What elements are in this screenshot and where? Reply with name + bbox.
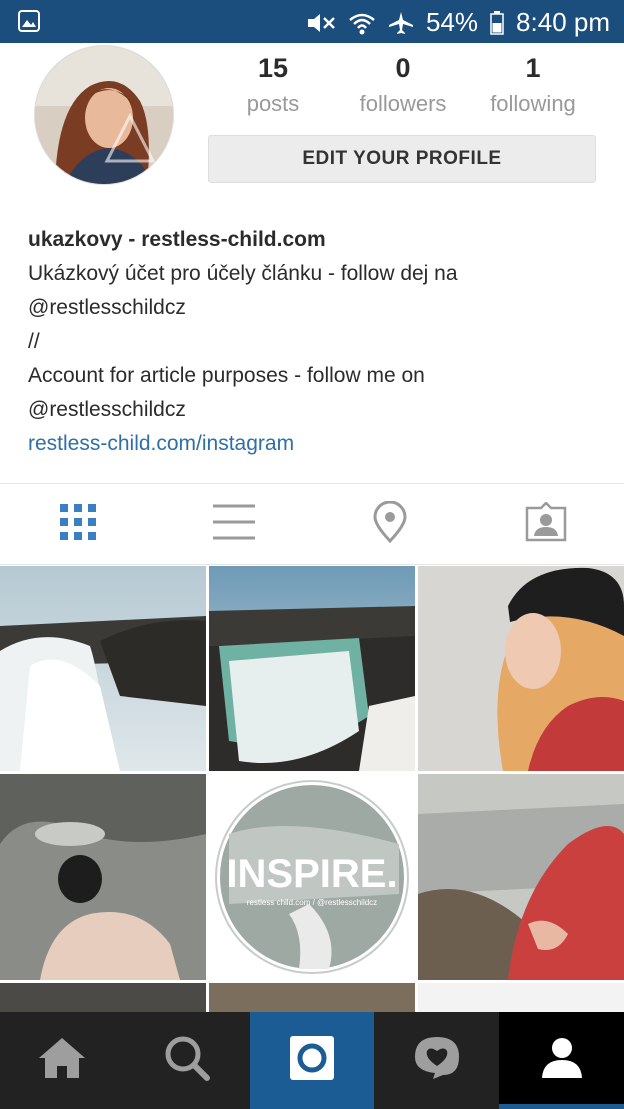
stat-posts-label: posts [246,91,300,116]
bio-line: @restlesschildcz [28,398,186,421]
stat-followers[interactable]: 0 followers [338,53,468,117]
location-pin-icon [372,500,408,548]
bio-line: Account for article purposes - follow me… [28,364,425,387]
profile-header: 15 posts 0 followers 1 following EDIT YO… [0,43,624,483]
stat-posts[interactable]: 15 posts [208,53,338,117]
mute-icon [306,11,336,35]
grid-icon [58,502,98,547]
nav-home[interactable] [0,1012,125,1109]
search-icon [164,1035,211,1086]
post-thumbnail[interactable] [209,983,415,1012]
edit-profile-button[interactable]: EDIT YOUR PROFILE [208,135,596,183]
post-thumbnail[interactable] [0,774,206,980]
post-thumbnail[interactable] [209,566,415,771]
tab-location-view[interactable] [312,484,468,564]
bio-line: @restlesschildcz [28,296,186,319]
stat-following-label: following [490,91,576,116]
post-thumbnail[interactable] [0,566,206,771]
nav-profile[interactable] [499,1012,624,1109]
inspire-caption: INSPIRE. [226,852,397,896]
stat-following[interactable]: 1 following [468,53,598,117]
post-thumbnail[interactable] [418,566,624,771]
airplane-mode-icon [388,11,414,35]
profile-name: ukazkovy - restless-child.com [28,228,326,251]
post-thumbnail[interactable]: INSPIRE. restless child.com / @restlessc… [209,774,415,980]
gallery-notification-icon [18,10,40,32]
tab-tagged-view[interactable] [468,484,624,564]
nav-search[interactable] [125,1012,250,1109]
clock: 8:40 pm [516,7,610,37]
post-thumbnail[interactable] [418,774,624,980]
inspire-subcaption: restless child.com / @restlesschildcz [247,898,377,907]
battery-percent: 54% [426,7,479,37]
home-icon [37,1036,87,1085]
list-icon [212,502,256,547]
stat-followers-count: 0 [395,53,411,83]
bottom-navigation [0,1012,624,1109]
stat-following-count: 1 [525,53,541,83]
avatar[interactable] [34,45,174,185]
tagged-photos-icon [525,500,567,547]
profile-icon [541,1036,583,1085]
battery-icon [490,10,504,35]
wifi-icon [348,11,376,35]
website-link[interactable]: restless-child.com/instagram [28,427,608,461]
tab-grid-view[interactable] [0,484,156,564]
tab-list-view[interactable] [156,484,312,564]
divider [0,564,624,565]
stat-followers-label: followers [359,91,447,116]
post-thumbnail[interactable] [418,983,624,1012]
view-tabs [0,484,624,564]
stat-posts-count: 15 [257,53,289,83]
profile-bio: ukazkovy - restless-child.com Ukázkový ú… [28,223,608,461]
activity-heart-icon [413,1035,461,1086]
photo-grid: INSPIRE. restless child.com / @restlessc… [0,566,624,1012]
bio-line: // [28,330,40,353]
post-thumbnail[interactable] [0,983,206,1012]
camera-icon [289,1035,335,1086]
nav-activity[interactable] [374,1012,499,1109]
nav-camera[interactable] [249,1012,375,1109]
status-bar: 54% 8:40 pm [0,0,624,43]
profile-stats: 15 posts 0 followers 1 following [208,53,598,117]
bio-line: Ukázkový účet pro účely článku - follow … [28,262,458,285]
